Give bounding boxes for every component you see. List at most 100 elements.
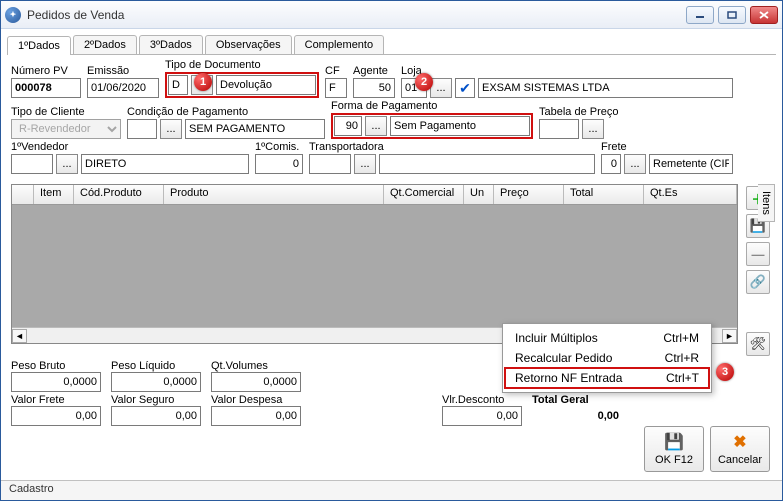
ok-button[interactable]: 💾 OK F12 bbox=[644, 426, 704, 472]
tab-3dados[interactable]: 3ºDados bbox=[139, 35, 203, 54]
qt-vol-input[interactable] bbox=[211, 372, 301, 392]
grid-col-codproduto[interactable]: Cód.Produto bbox=[74, 185, 164, 204]
loja-desc-input bbox=[478, 78, 733, 98]
cancel-icon: ✖ bbox=[733, 432, 746, 452]
cond-pag-desc-input bbox=[185, 119, 325, 139]
tipo-doc-desc-input bbox=[216, 75, 316, 95]
frete-lookup-button[interactable]: ... bbox=[624, 154, 646, 174]
grid-col-preco[interactable]: Preço bbox=[494, 185, 564, 204]
label-transportadora: Transportadora bbox=[309, 141, 595, 153]
agente-input[interactable] bbox=[353, 78, 395, 98]
window-title: Pedidos de Venda bbox=[27, 8, 686, 22]
comis-input[interactable] bbox=[255, 154, 303, 174]
titlebar: ✦ Pedidos de Venda bbox=[1, 1, 782, 29]
frete-desc-input bbox=[649, 154, 733, 174]
grid-col-un[interactable]: Un bbox=[464, 185, 494, 204]
grid-body[interactable] bbox=[12, 205, 737, 327]
tipo-cliente-select[interactable]: R-Revendedor bbox=[11, 119, 121, 139]
valor-frete-input[interactable] bbox=[11, 406, 101, 426]
remove-item-button[interactable]: — bbox=[746, 242, 770, 266]
label-tipo-cliente: Tipo de Cliente bbox=[11, 106, 121, 118]
cond-pag-code-input[interactable] bbox=[127, 119, 157, 139]
frete-code-input[interactable] bbox=[601, 154, 621, 174]
close-button[interactable] bbox=[750, 6, 778, 24]
vendedor-desc-input bbox=[81, 154, 249, 174]
grid-col-total[interactable]: Total bbox=[564, 185, 644, 204]
maximize-button[interactable] bbox=[718, 6, 746, 24]
label-valor-seguro: Valor Seguro bbox=[111, 394, 201, 406]
label-comis: 1ºComis. bbox=[255, 141, 303, 153]
tab-1dados[interactable]: 1ºDados bbox=[7, 36, 71, 55]
label-valor-frete: Valor Frete bbox=[11, 394, 101, 406]
link-item-button[interactable]: 🔗 bbox=[746, 270, 770, 294]
menu-item-shortcut: Ctrl+R bbox=[665, 351, 699, 365]
scroll-right-icon[interactable]: ► bbox=[722, 329, 737, 343]
tab-2dados[interactable]: 2ºDados bbox=[73, 35, 137, 54]
numero-pv-input[interactable] bbox=[11, 78, 81, 98]
loja-lookup-button[interactable]: ... bbox=[430, 78, 452, 98]
valor-seguro-input[interactable] bbox=[111, 406, 201, 426]
label-total-geral: Total Geral bbox=[532, 394, 622, 406]
tabela-preco-lookup-button[interactable]: ... bbox=[582, 119, 604, 139]
menu-incluir-multiplos[interactable]: Incluir Múltiplos Ctrl+M bbox=[505, 328, 709, 348]
transportadora-lookup-button[interactable]: ... bbox=[354, 154, 376, 174]
menu-recalcular-pedido[interactable]: Recalcular Pedido Ctrl+R bbox=[505, 348, 709, 368]
emissao-input[interactable] bbox=[87, 78, 159, 98]
label-frete: Frete bbox=[601, 141, 733, 153]
callout-2: 2 bbox=[415, 73, 433, 91]
label-peso-bruto: Peso Bruto bbox=[11, 360, 101, 372]
status-bar: Cadastro bbox=[1, 480, 782, 500]
tipo-doc-code-input[interactable] bbox=[168, 75, 188, 95]
label-vendedor: 1ºVendedor bbox=[11, 141, 249, 153]
grid-col-produto[interactable]: Produto bbox=[164, 185, 384, 204]
label-tabela-preco: Tabela de Preço bbox=[539, 106, 619, 118]
menu-retorno-nf-entrada[interactable]: Retorno NF Entrada Ctrl+T bbox=[505, 368, 709, 388]
forma-pag-lookup-button[interactable]: ... bbox=[365, 116, 387, 136]
total-geral-value bbox=[532, 406, 622, 426]
forma-pag-code-input[interactable] bbox=[334, 116, 362, 136]
label-numero-pv: Número PV bbox=[11, 65, 81, 77]
peso-bruto-input[interactable] bbox=[11, 372, 101, 392]
label-vlr-desc: Vlr.Desconto bbox=[442, 394, 522, 406]
vendedor-code-input[interactable] bbox=[11, 154, 53, 174]
grid-col-item[interactable]: Item bbox=[34, 185, 74, 204]
callout-1: 1 bbox=[194, 73, 212, 91]
menu-item-label: Retorno NF Entrada bbox=[515, 371, 622, 385]
tab-observacoes[interactable]: Observações bbox=[205, 35, 292, 54]
grid-col-qtcomercial[interactable]: Qt.Comercial bbox=[384, 185, 464, 204]
label-qt-vol: Qt.Volumes bbox=[211, 360, 301, 372]
label-loja: Loja bbox=[401, 65, 733, 77]
save-icon: 💾 bbox=[664, 432, 684, 452]
vendedor-lookup-button[interactable]: ... bbox=[56, 154, 78, 174]
forma-pag-desc-input bbox=[390, 116, 530, 136]
tabela-preco-input[interactable] bbox=[539, 119, 579, 139]
ok-button-label: OK F12 bbox=[655, 454, 693, 466]
label-agente: Agente bbox=[353, 65, 395, 77]
cancel-button[interactable]: ✖ Cancelar bbox=[710, 426, 770, 472]
transportadora-code-input[interactable] bbox=[309, 154, 351, 174]
grid-col-qtes[interactable]: Qt.Es bbox=[644, 185, 737, 204]
scroll-left-icon[interactable]: ◄ bbox=[12, 329, 27, 343]
label-tipo-doc: Tipo de Documento bbox=[165, 59, 319, 71]
vlr-desc-input[interactable] bbox=[442, 406, 522, 426]
form-area: 1 2 Número PV Emissão Tipo de Documento … bbox=[1, 55, 782, 178]
items-grid[interactable]: Item Cód.Produto Produto Qt.Comercial Un… bbox=[11, 184, 738, 344]
side-tab-itens[interactable]: Itens bbox=[758, 184, 775, 222]
app-icon: ✦ bbox=[5, 7, 21, 23]
label-emissao: Emissão bbox=[87, 65, 159, 77]
tools-button[interactable]: 🛠 bbox=[746, 332, 770, 356]
label-cf: CF bbox=[325, 65, 347, 77]
grid-col-blank[interactable] bbox=[12, 185, 34, 204]
cancel-button-label: Cancelar bbox=[718, 454, 762, 466]
loja-check[interactable]: ✔ bbox=[455, 78, 475, 98]
minimize-button[interactable] bbox=[686, 6, 714, 24]
transportadora-desc-input bbox=[379, 154, 595, 174]
tab-complemento[interactable]: Complemento bbox=[294, 35, 384, 54]
callout-3: 3 bbox=[716, 363, 734, 381]
cond-pag-lookup-button[interactable]: ... bbox=[160, 119, 182, 139]
context-menu: Incluir Múltiplos Ctrl+M Recalcular Pedi… bbox=[502, 323, 712, 393]
cf-input[interactable] bbox=[325, 78, 347, 98]
valor-despesa-input[interactable] bbox=[211, 406, 301, 426]
tab-strip: 1ºDados 2ºDados 3ºDados Observações Comp… bbox=[7, 35, 776, 55]
peso-liq-input[interactable] bbox=[111, 372, 201, 392]
